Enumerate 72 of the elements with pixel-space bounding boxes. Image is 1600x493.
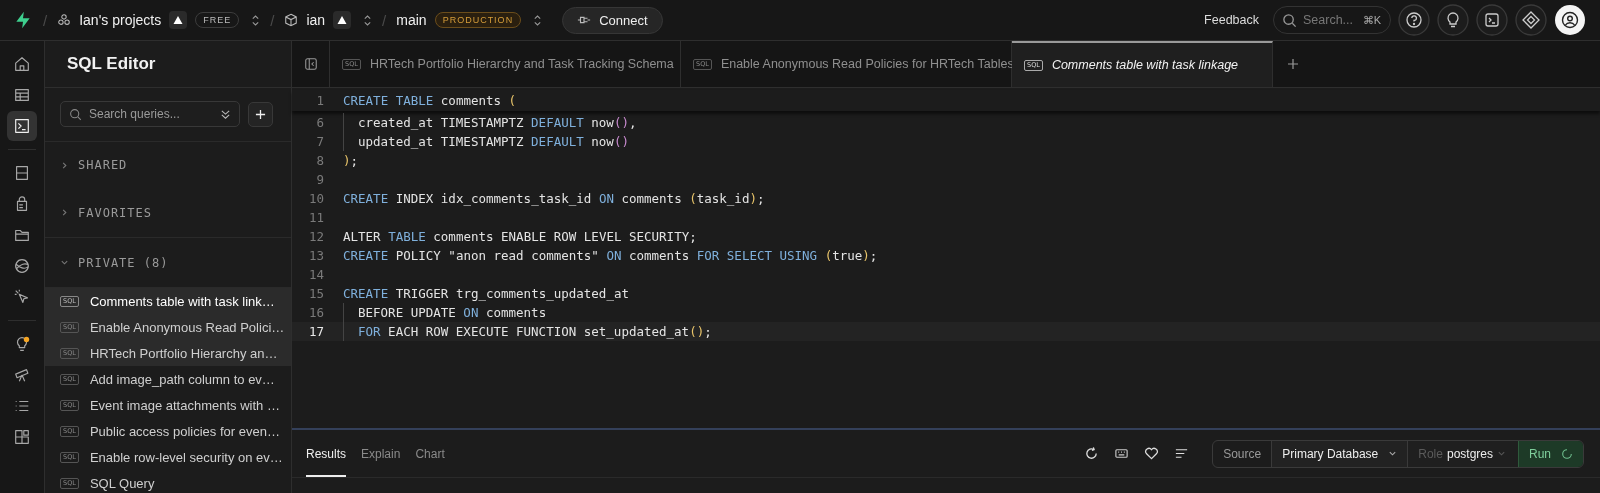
chevrons-icon[interactable] bbox=[533, 13, 543, 27]
chevron-icon bbox=[60, 258, 69, 267]
project-name[interactable]: ian bbox=[306, 12, 326, 28]
code-text: FOR EACH ROW EXECUTE FUNCTION set_updated_at(); bbox=[358, 324, 712, 339]
code-text: CREATE TABLE comments ( bbox=[343, 93, 517, 108]
chevron-icon bbox=[60, 208, 69, 217]
keyboard-icon[interactable] bbox=[1114, 446, 1130, 461]
query-title: Public access policies for even… bbox=[89, 423, 280, 439]
branch-name[interactable]: main bbox=[396, 12, 427, 28]
breadcrumb-separator: / bbox=[270, 11, 275, 29]
sidebar-toggle-icon[interactable] bbox=[303, 57, 318, 71]
section-header[interactable]: SHARED bbox=[45, 142, 291, 188]
search-icon bbox=[69, 108, 82, 121]
line-number: 17 bbox=[292, 322, 344, 341]
results-tab[interactable]: Explain bbox=[361, 430, 401, 477]
results-tab[interactable]: Results bbox=[306, 430, 346, 477]
code-text: created_at TIMESTAMPTZ DEFAULT now(), bbox=[358, 115, 637, 130]
collapse-icon[interactable] bbox=[220, 109, 231, 120]
cube-icon bbox=[284, 13, 299, 27]
results-tab[interactable]: Chart bbox=[415, 430, 445, 477]
heart-icon[interactable] bbox=[1144, 446, 1160, 461]
chevron-icon bbox=[60, 160, 69, 170]
plus-icon bbox=[255, 108, 266, 120]
query-title: SQL Query bbox=[89, 475, 155, 491]
line-number: 14 bbox=[307, 266, 325, 284]
search-icon bbox=[1282, 13, 1297, 28]
code-text: CREATE TRIGGER trg_comments_updated_at bbox=[343, 286, 629, 301]
logo-icon[interactable] bbox=[13, 10, 33, 30]
code-text: ALTER TABLE comments ENABLE ROW LEVEL SECURITY; bbox=[343, 229, 697, 244]
line-number: 9 bbox=[315, 171, 325, 189]
code-text: CREATE INDEX idx_comments_task_id ON comments (task_id); bbox=[343, 191, 765, 206]
query-title: Enable row-level security on ev… bbox=[89, 449, 283, 465]
feedback-link[interactable]: Feedback bbox=[1204, 13, 1259, 27]
line-number: 8 bbox=[315, 152, 325, 170]
search-field[interactable]: Search queries... bbox=[60, 101, 240, 127]
section-header[interactable]: FAVORITES bbox=[45, 188, 291, 238]
line-number: 11 bbox=[307, 209, 325, 227]
breadcrumb-separator: / bbox=[43, 11, 48, 29]
help-icon[interactable] bbox=[1398, 4, 1430, 36]
query-title: Comments table with task link… bbox=[89, 293, 275, 309]
code-text: ); bbox=[343, 153, 359, 168]
line-number: 15 bbox=[307, 285, 325, 303]
line-number: 13 bbox=[307, 247, 325, 265]
line-number: 12 bbox=[307, 228, 325, 246]
chevrons-icon[interactable] bbox=[251, 13, 261, 27]
refresh-icon[interactable] bbox=[1084, 446, 1100, 461]
query-title: Enable Anonymous Read Polici… bbox=[89, 319, 285, 335]
add-tab-icon[interactable] bbox=[1287, 58, 1299, 70]
breadcrumb-separator: / bbox=[382, 11, 387, 29]
code-text: BEFORE UPDATE ON comments bbox=[358, 305, 547, 320]
avatar-icon[interactable] bbox=[1554, 4, 1586, 36]
connect-button[interactable]: Connect bbox=[562, 6, 663, 34]
line-number: 7 bbox=[292, 132, 344, 151]
org-name[interactable]: Ian's projects bbox=[79, 12, 162, 28]
code-text: updated_at TIMESTAMPTZ DEFAULT now() bbox=[358, 134, 629, 149]
new-query-button[interactable] bbox=[248, 101, 273, 127]
terminal-icon[interactable] bbox=[1476, 4, 1508, 36]
lightbulb-icon[interactable] bbox=[1437, 4, 1469, 36]
query-title: HRTech Portfolio Hierarchy an… bbox=[89, 345, 278, 361]
panel-title: SQL Editor bbox=[67, 54, 156, 74]
shortcut-hint: ⌘K bbox=[1362, 14, 1381, 27]
environment-badge: PRODUCTION bbox=[434, 12, 522, 28]
org-icon bbox=[57, 13, 72, 27]
code-text: CREATE POLICY "anon read comments" ON comments FOR SELECT USING (true); bbox=[343, 248, 878, 263]
line-number: 1 bbox=[315, 92, 325, 110]
query-title: Event image attachments with … bbox=[89, 397, 280, 413]
chevrons-icon[interactable] bbox=[363, 13, 373, 27]
terminal-icon[interactable] bbox=[7, 111, 37, 141]
query-title: Add image_path column to ev… bbox=[89, 371, 275, 387]
line-number: 10 bbox=[307, 190, 325, 208]
line-number: 6 bbox=[292, 113, 344, 132]
align-icon[interactable] bbox=[1174, 446, 1190, 461]
